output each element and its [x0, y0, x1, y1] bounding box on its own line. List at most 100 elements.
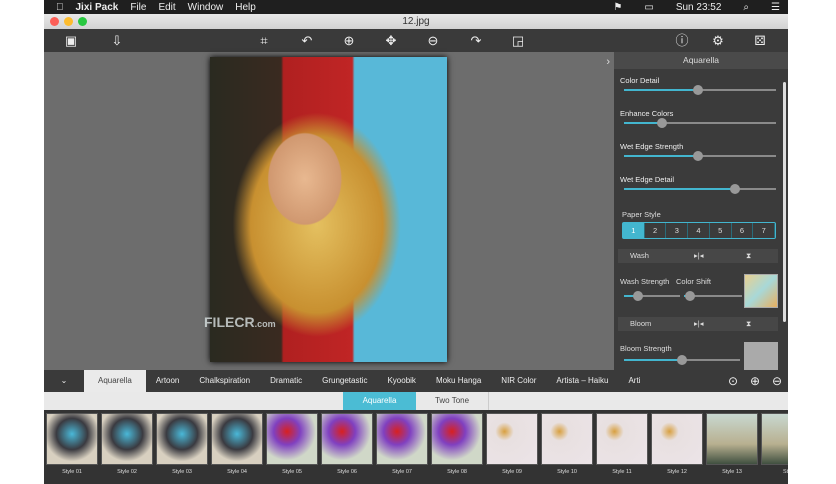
- paper-style-3[interactable]: 3: [666, 223, 689, 238]
- watermark: FILECR.com: [204, 314, 276, 330]
- clock[interactable]: Sun 23:52: [676, 2, 722, 13]
- style-thumbnail[interactable]: Style 07: [376, 410, 428, 484]
- image-canvas[interactable]: FILECR.com ›: [44, 52, 614, 370]
- menu-edit[interactable]: Edit: [158, 2, 175, 13]
- style-thumbnails: Style 01 Style 02 Style 03 Style 04 Style 05…: [44, 410, 788, 484]
- apple-icon[interactable]: : [56, 2, 64, 13]
- color-shift-label: Color Shift: [676, 277, 712, 286]
- slider-track[interactable]: [624, 151, 776, 161]
- paper-style-5[interactable]: 5: [710, 223, 732, 238]
- slider-knob[interactable]: [693, 151, 704, 161]
- slider-label: Wet Edge Strength: [620, 142, 684, 151]
- slider-knob[interactable]: [693, 85, 704, 95]
- flag-icon[interactable]: ⚑: [613, 2, 622, 13]
- split-icon[interactable]: ▸|◂: [694, 249, 703, 263]
- style-thumbnail[interactable]: Style 03: [156, 410, 208, 484]
- display-icon[interactable]: ▭: [644, 2, 653, 13]
- zoom-in-icon[interactable]: ⊕: [340, 32, 358, 49]
- split-icon[interactable]: ▸|◂: [694, 317, 703, 331]
- slider-knob[interactable]: [729, 184, 740, 194]
- style-thumbnail[interactable]: Style 12: [651, 410, 703, 484]
- tab-grungetastic[interactable]: Grungetastic: [312, 370, 377, 392]
- slider-color-detail[interactable]: Color Detail: [620, 76, 776, 95]
- collapse-panel-icon[interactable]: ›: [606, 56, 610, 68]
- slider-wet-edge-strength[interactable]: Wet Edge Strength: [620, 142, 776, 161]
- tab-kyoobik[interactable]: Kyoobik: [377, 370, 425, 392]
- paper-style-2[interactable]: 2: [645, 223, 667, 238]
- zoom-out-icon[interactable]: ⊖: [424, 32, 442, 49]
- slider-enhance-colors[interactable]: Enhance Colors: [620, 109, 776, 128]
- style-label: Style 07: [392, 469, 412, 475]
- menu-app[interactable]: Jixi Pack: [76, 2, 119, 13]
- wash-texture-swatch[interactable]: [744, 274, 778, 308]
- settings-icon[interactable]: ⚙: [709, 32, 727, 49]
- slider-track[interactable]: [624, 118, 776, 128]
- menu-help[interactable]: Help: [235, 2, 256, 13]
- style-thumbnail[interactable]: Style 10: [541, 410, 593, 484]
- paper-style-7[interactable]: 7: [753, 223, 776, 238]
- style-label: Style 04: [227, 469, 247, 475]
- style-thumbnail[interactable]: Style 01: [46, 410, 98, 484]
- list-icon[interactable]: ☰: [771, 2, 780, 13]
- rotate-left-icon[interactable]: ↶: [298, 32, 316, 49]
- flip-icon[interactable]: ⧗: [746, 317, 751, 331]
- slider-label: Color Detail: [620, 76, 660, 85]
- flip-icon[interactable]: ⧗: [746, 249, 751, 263]
- style-preview-image: [651, 413, 703, 465]
- rotate-right-icon[interactable]: ↷: [467, 32, 485, 49]
- info-icon[interactable]: ⓘ: [673, 32, 691, 49]
- style-thumbnail[interactable]: Style 13: [706, 410, 758, 484]
- slider-track[interactable]: [624, 85, 776, 95]
- wash-section[interactable]: Wash ▸|◂ ⧗: [618, 249, 778, 263]
- style-label: Style 13: [722, 469, 742, 475]
- slider-wet-edge-detail[interactable]: Wet Edge Detail: [620, 175, 776, 194]
- bloom-section[interactable]: Bloom ▸|◂ ⧗: [618, 317, 778, 331]
- chevron-down-icon[interactable]: ⌄: [44, 370, 84, 392]
- style-thumbnail[interactable]: Style 09: [486, 410, 538, 484]
- paper-style-1[interactable]: 1: [623, 223, 645, 238]
- search-icon[interactable]: ⌕: [743, 2, 749, 13]
- menu-window[interactable]: Window: [188, 2, 224, 13]
- style-thumbnail[interactable]: Style 05: [266, 410, 318, 484]
- tab-artista-haiku[interactable]: Artista – Haiku: [546, 370, 618, 392]
- paper-style-4[interactable]: 4: [688, 223, 710, 238]
- tab-artoon[interactable]: Artoon: [146, 370, 190, 392]
- slider-track[interactable]: [624, 184, 776, 194]
- effects-icon[interactable]: ⊙: [728, 374, 738, 388]
- tab-arti[interactable]: Arti: [618, 370, 650, 392]
- style-thumbnail[interactable]: Style 08: [431, 410, 483, 484]
- settings-panel: Aquarella Color Detail Enhance Colors Wet …: [614, 52, 788, 376]
- subtab-aquarella[interactable]: Aquarella: [343, 392, 416, 410]
- subtab-two-tone[interactable]: Two Tone: [416, 392, 489, 410]
- add-icon[interactable]: ⊕: [750, 374, 760, 388]
- close-button[interactable]: [50, 17, 59, 26]
- style-label: Style 06: [337, 469, 357, 475]
- menu-file[interactable]: File: [130, 2, 146, 13]
- app-window:  Jixi Pack File Edit Window Help ⚑ ▭ Sun …: [44, 0, 788, 484]
- zoom-button[interactable]: [78, 17, 87, 26]
- slider-knob[interactable]: [657, 118, 667, 128]
- compare-icon[interactable]: ▣: [62, 32, 80, 49]
- save-icon[interactable]: ⇩: [108, 32, 126, 49]
- style-thumbnail[interactable]: Style 11: [596, 410, 648, 484]
- style-thumbnail[interactable]: Sty: [761, 410, 788, 484]
- fit-icon[interactable]: ◲: [509, 32, 527, 49]
- style-thumbnail[interactable]: Style 02: [101, 410, 153, 484]
- minimize-button[interactable]: [64, 17, 73, 26]
- style-label: Style 05: [282, 469, 302, 475]
- style-thumbnail[interactable]: Style 06: [321, 410, 373, 484]
- move-icon[interactable]: ✥: [382, 32, 400, 49]
- effect-tabs: ⌄ Aquarella Artoon Chalkspiration Dramatic G…: [44, 370, 788, 392]
- panel-scrollbar[interactable]: [783, 82, 786, 322]
- style-thumbnail[interactable]: Style 04: [211, 410, 263, 484]
- remove-icon[interactable]: ⊖: [772, 374, 782, 388]
- tab-moku-hanga[interactable]: Moku Hanga: [426, 370, 491, 392]
- tab-nir-color[interactable]: NIR Color: [491, 370, 546, 392]
- crop-icon[interactable]: ⌗: [255, 32, 273, 49]
- randomize-icon[interactable]: ⚄: [751, 32, 769, 49]
- paper-style-6[interactable]: 6: [732, 223, 754, 238]
- tab-dramatic[interactable]: Dramatic: [260, 370, 312, 392]
- tab-chalkspiration[interactable]: Chalkspiration: [189, 370, 260, 392]
- style-label: Style 08: [447, 469, 467, 475]
- tab-aquarella[interactable]: Aquarella: [84, 370, 146, 392]
